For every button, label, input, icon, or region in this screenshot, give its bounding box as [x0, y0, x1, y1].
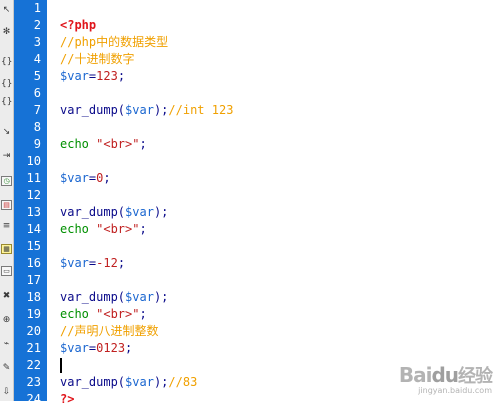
code-token: var_dump [60, 103, 118, 117]
code-line[interactable]: echo "<br>"; [60, 136, 147, 153]
code-token: ( [117, 205, 126, 219]
line-number: 16 [26, 256, 41, 270]
code-token: $var [60, 341, 89, 355]
code-line[interactable]: var_dump($var);//int 123 [60, 102, 233, 119]
line-number: 13 [26, 205, 41, 219]
code-token: echo [60, 222, 97, 236]
code-token: //php中的数据类型 [60, 35, 169, 49]
code-token: var_dump [60, 375, 118, 389]
line-number: 10 [26, 154, 41, 168]
line-number: 1 [33, 1, 41, 15]
code-line[interactable]: var_dump($var); [60, 289, 168, 306]
code-line[interactable]: ?> [60, 391, 74, 408]
line-number: 21 [26, 341, 41, 355]
code-token: ; [117, 256, 126, 270]
code-line[interactable]: $var=-12; [60, 255, 125, 272]
line-number: 5 [33, 69, 41, 83]
code-token: ); [153, 290, 169, 304]
line-number: 12 [26, 188, 41, 202]
code-token: echo [60, 137, 97, 151]
code-token: "<br>" [96, 137, 140, 151]
line-number: 6 [33, 86, 41, 100]
watermark-brand-paw: du [431, 363, 459, 387]
code-line[interactable]: <?php [60, 17, 96, 34]
code-token: $var [60, 256, 89, 270]
code-token: //int 123 [168, 103, 234, 117]
code-token: ; [139, 137, 147, 151]
code-line[interactable]: $var=0; [60, 170, 111, 187]
line-number: 11 [26, 171, 41, 185]
code-token: ; [139, 307, 147, 321]
code-line[interactable]: //十进制数字 [60, 51, 134, 68]
code-token: $var [60, 171, 89, 185]
line-number: 3 [33, 35, 41, 49]
code-token: $var [125, 290, 154, 304]
code-token: ( [117, 375, 126, 389]
code-token: $var [125, 375, 154, 389]
line-number: 19 [26, 307, 41, 321]
line-number-gutter: 1 2 3 4 5 6 7 8 9 10 11 12 13 14 15 16 17 18 19 20 21 22 23 24 [14, 0, 47, 406]
watermark-brand: Baidu经验 [398, 362, 493, 388]
code-token: $var [125, 103, 154, 117]
line-number: 18 [26, 290, 41, 304]
line-number: 20 [26, 324, 41, 338]
watermark-brand-left: Bai [398, 363, 433, 387]
code-token: //83 [168, 375, 198, 389]
code-token: ; [103, 171, 111, 185]
code-token: "<br>" [96, 222, 140, 236]
code-line[interactable]: $var=123; [60, 68, 125, 85]
code-token: "<br>" [96, 307, 140, 321]
code-token: //十进制数字 [60, 52, 135, 66]
code-line[interactable]: echo "<br>"; [60, 221, 147, 238]
code-token: $var [125, 205, 154, 219]
line-number: 14 [26, 222, 41, 236]
code-token: 123 [96, 69, 118, 83]
code-line[interactable]: //声明八进制整数 [60, 323, 158, 340]
code-token: var_dump [60, 290, 118, 304]
watermark-brand-cn: 经验 [458, 366, 493, 387]
code-token: ); [153, 205, 169, 219]
code-token: ; [139, 222, 147, 236]
code-token: echo [60, 307, 97, 321]
code-token: ?> [60, 392, 75, 406]
line-number: 4 [33, 52, 41, 66]
code-token: <?php [60, 18, 97, 32]
line-number: 9 [33, 137, 41, 151]
line-number: 2 [33, 18, 41, 32]
code-line[interactable]: $var=0123; [60, 340, 132, 357]
code-token: -12 [96, 256, 118, 270]
line-number: 23 [26, 375, 41, 389]
code-line[interactable]: //php中的数据类型 [60, 34, 168, 51]
code-line[interactable]: var_dump($var); [60, 204, 168, 221]
line-number: 8 [33, 120, 41, 134]
line-number: 22 [26, 358, 41, 372]
text-cursor [60, 358, 62, 373]
code-token: ; [125, 341, 133, 355]
code-line[interactable]: echo "<br>"; [60, 306, 147, 323]
code-token: //声明八进制整数 [60, 324, 159, 338]
line-number: 17 [26, 273, 41, 287]
code-token: var_dump [60, 205, 118, 219]
code-area[interactable]: <?php //php中的数据类型 //十进制数字 $var=123; var_dump… [47, 0, 500, 406]
line-number: 15 [26, 239, 41, 253]
code-token: ; [117, 69, 126, 83]
code-token: 0123 [96, 341, 126, 355]
line-number: 24 [26, 392, 41, 406]
code-token: ); [153, 103, 169, 117]
code-token: $var [60, 69, 89, 83]
code-line[interactable]: var_dump($var);//83 [60, 374, 197, 391]
watermark: Baidu经验 jingyan.baidu.com [398, 362, 493, 395]
code-token: ( [117, 103, 126, 117]
code-token: ( [117, 290, 126, 304]
line-number: 7 [33, 103, 41, 117]
code-token: ); [153, 375, 169, 389]
